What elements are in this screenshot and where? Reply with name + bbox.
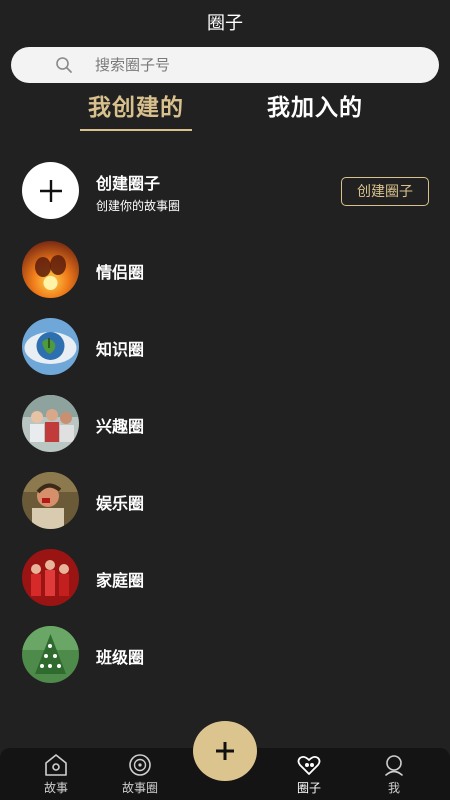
search-input[interactable]: 搜索圈子号 — [11, 47, 439, 83]
create-circle-row[interactable]: 创建圈子 创建你的故事圈 创建圈子 — [0, 162, 450, 222]
plus-icon — [216, 742, 234, 760]
circle-name: 家庭圈 — [96, 571, 145, 590]
list-item[interactable]: 班级圈 — [0, 626, 450, 686]
circle-thumbnail — [22, 549, 79, 606]
tab-bar: 我创建的 我加入的 — [0, 88, 450, 138]
home-icon — [45, 754, 67, 776]
list-item[interactable]: 家庭圈 — [0, 549, 450, 609]
vinyl-icon — [129, 754, 151, 776]
circle-thumbnail — [22, 241, 79, 298]
tab-my-joined[interactable]: 我加入的 — [256, 88, 374, 132]
circle-thumbnail — [22, 472, 79, 529]
page-title: 圈子 — [207, 13, 243, 34]
plus-icon — [39, 179, 62, 202]
create-circle-avatar[interactable] — [22, 162, 79, 219]
nav-label: 故事圈 — [121, 781, 158, 795]
search-placeholder: 搜索圈子号 — [95, 56, 171, 74]
search-icon — [56, 57, 72, 73]
circle-name: 情侣圈 — [96, 263, 145, 282]
create-circle-title: 创建圈子 — [96, 174, 161, 193]
header: 圈子 — [0, 0, 450, 44]
list-item[interactable]: 兴趣圈 — [0, 395, 450, 455]
nav-item-story[interactable]: 故事 — [20, 753, 92, 799]
add-story-button[interactable] — [193, 721, 257, 781]
circle-thumbnail — [22, 395, 79, 452]
circle-name: 娱乐圈 — [96, 494, 145, 513]
nav-item-me[interactable]: 我 — [358, 753, 430, 799]
nav-label: 我 — [387, 781, 400, 795]
create-circle-subtitle: 创建你的故事圈 — [96, 199, 181, 213]
list-item[interactable]: 娱乐圈 — [0, 472, 450, 532]
nav-item-circles[interactable]: 圈子 — [273, 753, 345, 799]
nav-label: 故事 — [43, 781, 68, 795]
tab-active-indicator — [80, 129, 192, 131]
heart-people-icon — [297, 755, 321, 775]
circle-name: 兴趣圈 — [96, 417, 145, 436]
circle-name: 知识圈 — [96, 340, 145, 359]
nav-label: 圈子 — [296, 781, 321, 795]
create-circle-button[interactable]: 创建圈子 — [341, 177, 429, 206]
circle-thumbnail — [22, 318, 79, 375]
tab-my-created[interactable]: 我创建的 — [80, 88, 192, 132]
list-item[interactable]: 情侣圈 — [0, 241, 450, 301]
list-item[interactable]: 知识圈 — [0, 318, 450, 378]
circle-thumbnail — [22, 626, 79, 683]
circle-name: 班级圈 — [96, 648, 145, 667]
nav-item-story-circle[interactable]: 故事圈 — [104, 753, 176, 799]
person-icon — [385, 755, 403, 776]
